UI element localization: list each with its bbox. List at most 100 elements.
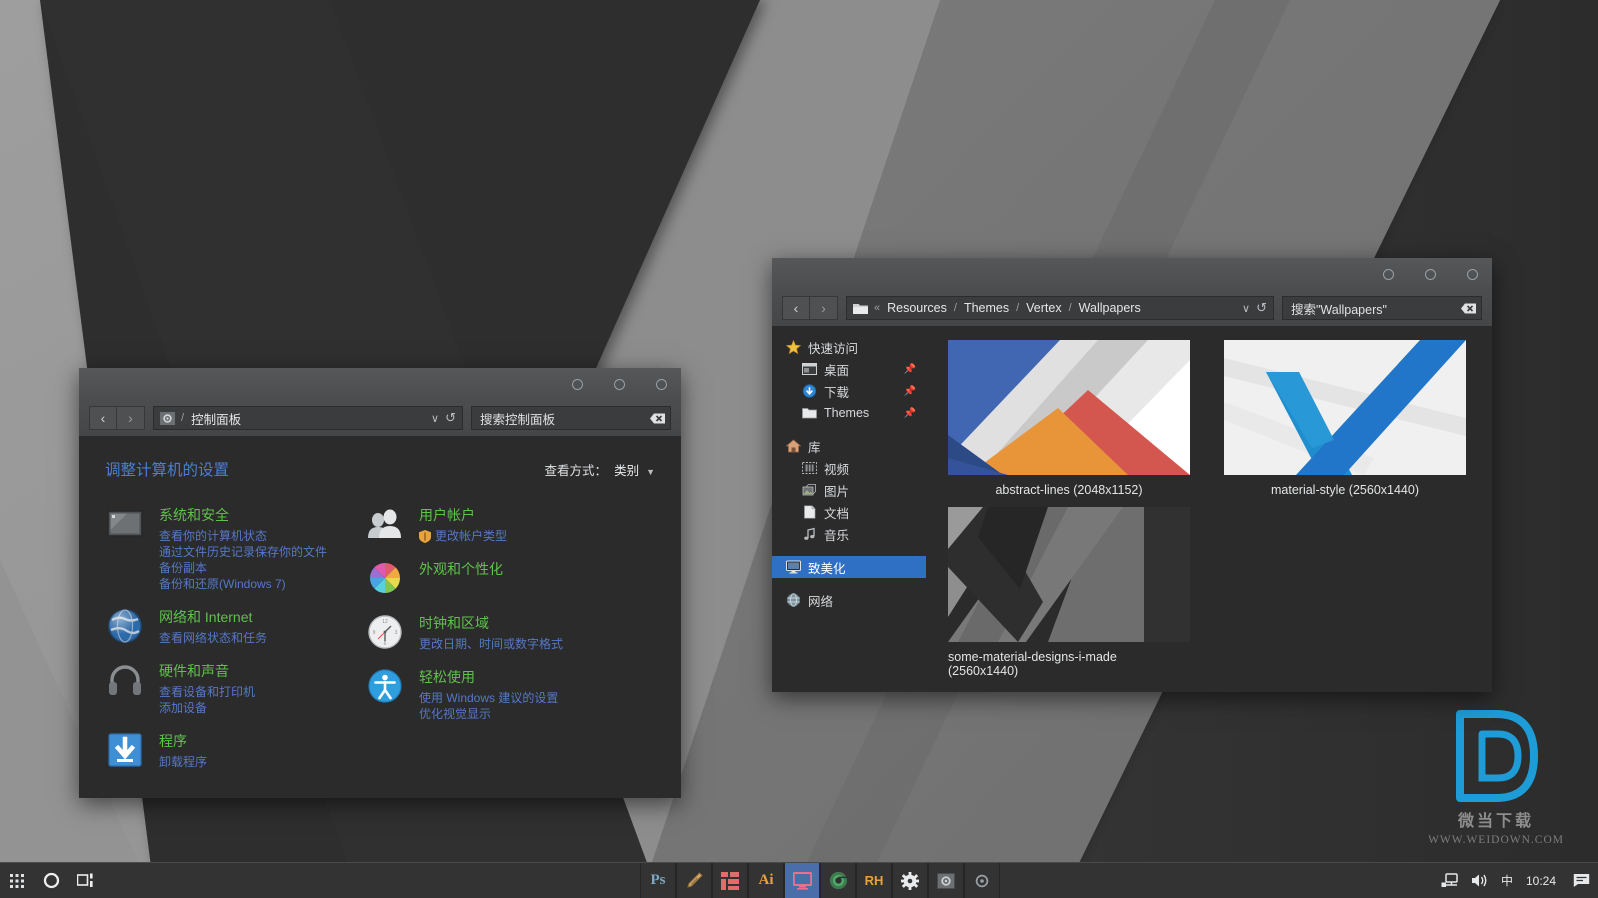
- forward-button[interactable]: ›: [117, 406, 145, 430]
- view-by-control[interactable]: 查看方式： 类别 ▼: [545, 460, 655, 479]
- search-input[interactable]: 搜索控制面板: [480, 409, 650, 428]
- file-thumbnail[interactable]: [948, 507, 1190, 642]
- refresh-icon[interactable]: ↺: [1256, 300, 1267, 316]
- sidebar-item-downloads[interactable]: 下载 📌: [772, 380, 926, 402]
- category-user-accounts[interactable]: 用户帐户 更改帐户类型: [365, 504, 597, 544]
- sidebar-item-pictures[interactable]: 图片: [772, 479, 926, 501]
- volume-tray-button[interactable]: [1471, 873, 1488, 888]
- explorer-search-box[interactable]: 搜索"Wallpapers": [1282, 296, 1482, 320]
- category-title[interactable]: 外观和个性化: [419, 559, 503, 579]
- sidebar-item-libraries[interactable]: 库: [772, 435, 926, 457]
- address-dropdown-icon[interactable]: ∨: [425, 412, 439, 425]
- search-input[interactable]: 搜索"Wallpapers": [1291, 299, 1461, 318]
- control-panel-search-box[interactable]: 搜索控制面板: [471, 406, 671, 430]
- category-system-security[interactable]: 系统和安全 查看你的计算机状态 通过文件历史记录保存你的文件备份副本 备份和还原…: [105, 504, 337, 592]
- back-button[interactable]: ‹: [782, 296, 810, 320]
- sidebar-item-themes[interactable]: Themes 📌: [772, 402, 926, 424]
- category-link[interactable]: 查看你的计算机状态: [159, 528, 337, 544]
- taskbar-app-photoshop[interactable]: Ps: [640, 862, 676, 898]
- breadcrumb-item-wallpapers[interactable]: Wallpapers: [1079, 301, 1141, 315]
- clock[interactable]: 10:24: [1526, 874, 1556, 888]
- breadcrumb-overflow-icon[interactable]: «: [874, 302, 880, 314]
- category-network-internet[interactable]: 网络和 Internet 查看网络状态和任务: [105, 606, 337, 646]
- clear-search-icon[interactable]: [650, 412, 665, 425]
- cortana-search-button[interactable]: [34, 863, 68, 898]
- category-clock-region[interactable]: 12 3 6 9 时钟和区域 更改日期、时间或数字格式: [365, 612, 597, 652]
- forward-button[interactable]: ›: [810, 296, 838, 320]
- task-view-button[interactable]: [68, 863, 102, 898]
- category-ease-of-access[interactable]: 轻松使用 使用 Windows 建议的设置 优化视觉显示: [365, 666, 597, 722]
- sidebar-item-desktop[interactable]: 桌面 📌: [772, 358, 926, 380]
- taskbar-app-utility-gear[interactable]: [964, 862, 1000, 898]
- category-link[interactable]: 查看网络状态和任务: [159, 630, 267, 646]
- category-title[interactable]: 网络和 Internet: [159, 607, 267, 627]
- category-appearance[interactable]: 外观和个性化: [365, 558, 597, 598]
- category-link[interactable]: 使用 Windows 建议的设置: [419, 690, 558, 706]
- maximize-button[interactable]: [614, 378, 625, 390]
- taskbar-app-grid[interactable]: [712, 862, 748, 898]
- sidebar-item-videos[interactable]: 视频: [772, 457, 926, 479]
- file-explorer-window[interactable]: ‹ › « Resources / Themes / Vertex / Wall…: [772, 258, 1492, 692]
- category-title[interactable]: 时钟和区域: [419, 613, 563, 633]
- minimize-button[interactable]: [572, 378, 583, 390]
- taskbar-app-illustrator[interactable]: Ai: [748, 862, 784, 898]
- pin-icon[interactable]: 📌: [904, 386, 916, 397]
- close-button[interactable]: [1467, 268, 1478, 280]
- taskbar-app-control-panel[interactable]: [928, 862, 964, 898]
- breadcrumb-item-themes[interactable]: Themes: [964, 301, 1009, 315]
- category-programs[interactable]: 程序 卸载程序: [105, 730, 337, 770]
- refresh-icon[interactable]: ↺: [445, 410, 456, 426]
- category-link[interactable]: 添加设备: [159, 700, 255, 716]
- minimize-button[interactable]: [1383, 268, 1394, 280]
- close-button[interactable]: [656, 378, 667, 390]
- control-panel-titlebar[interactable]: [79, 368, 681, 400]
- category-link[interactable]: 备份和还原(Windows 7): [159, 576, 337, 592]
- address-dropdown-icon[interactable]: ∨: [1236, 302, 1250, 315]
- file-item[interactable]: abstract-lines (2048x1152): [948, 340, 1190, 497]
- sidebar-item-zhimeihua[interactable]: 致美化: [772, 556, 926, 578]
- file-item[interactable]: material-style (2560x1440): [1224, 340, 1466, 497]
- category-title[interactable]: 用户帐户: [419, 505, 507, 525]
- sidebar-item-quick-access[interactable]: 快速访问: [772, 336, 926, 358]
- taskbar-app-display-settings[interactable]: [784, 862, 820, 898]
- category-hardware-sound[interactable]: 硬件和声音 查看设备和打印机 添加设备: [105, 660, 337, 716]
- control-panel-window[interactable]: ‹ › / 控制面板 ∨ ↺ 搜索控制面板 调整计算机的设置 查看方式： 类别 …: [79, 368, 681, 798]
- file-thumbnail[interactable]: [948, 340, 1190, 475]
- pin-icon[interactable]: 📌: [904, 408, 916, 419]
- file-item[interactable]: some-material-designs-i-made (2560x1440): [948, 507, 1190, 678]
- explorer-titlebar[interactable]: [772, 258, 1492, 290]
- taskbar-app-resource-hacker[interactable]: RH: [856, 862, 892, 898]
- category-link[interactable]: 查看设备和打印机: [159, 684, 255, 700]
- maximize-button[interactable]: [1425, 268, 1436, 280]
- breadcrumb-item-resources[interactable]: Resources: [887, 301, 947, 315]
- category-link[interactable]: 卸载程序: [159, 754, 207, 770]
- network-tray-button[interactable]: [1441, 873, 1458, 888]
- taskbar-app-settings[interactable]: [892, 862, 928, 898]
- ime-indicator[interactable]: 中: [1501, 872, 1513, 889]
- taskbar-app-chrome[interactable]: [820, 862, 856, 898]
- category-title[interactable]: 轻松使用: [419, 667, 558, 687]
- chevron-down-icon[interactable]: ▼: [646, 467, 655, 477]
- pin-icon[interactable]: 📌: [904, 364, 916, 375]
- control-panel-address-bar[interactable]: / 控制面板 ∨ ↺: [153, 406, 463, 430]
- back-button[interactable]: ‹: [89, 406, 117, 430]
- sidebar-item-music[interactable]: 音乐: [772, 523, 926, 545]
- taskbar-app-brush-tool[interactable]: [676, 862, 712, 898]
- breadcrumb-item-vertex[interactable]: Vertex: [1026, 301, 1061, 315]
- sidebar-item-network[interactable]: 网络: [772, 589, 926, 611]
- category-title[interactable]: 硬件和声音: [159, 661, 255, 681]
- category-link[interactable]: 优化视觉显示: [419, 706, 558, 722]
- category-title[interactable]: 程序: [159, 731, 207, 751]
- taskbar[interactable]: Ps Ai RH 中 10:24: [0, 862, 1598, 898]
- category-title[interactable]: 系统和安全: [159, 505, 337, 525]
- category-link[interactable]: 更改日期、时间或数字格式: [419, 636, 563, 652]
- view-by-value[interactable]: 类别: [614, 460, 639, 479]
- category-link[interactable]: 更改帐户类型: [419, 528, 507, 544]
- explorer-address-bar[interactable]: « Resources / Themes / Vertex / Wallpape…: [846, 296, 1274, 320]
- breadcrumb-item-0[interactable]: 控制面板: [191, 409, 241, 428]
- sidebar-item-documents[interactable]: 文档: [772, 501, 926, 523]
- category-link[interactable]: 通过文件历史记录保存你的文件备份副本: [159, 544, 337, 576]
- clear-search-icon[interactable]: [1461, 302, 1476, 315]
- notification-center-button[interactable]: [1573, 873, 1590, 888]
- file-thumbnail[interactable]: [1224, 340, 1466, 475]
